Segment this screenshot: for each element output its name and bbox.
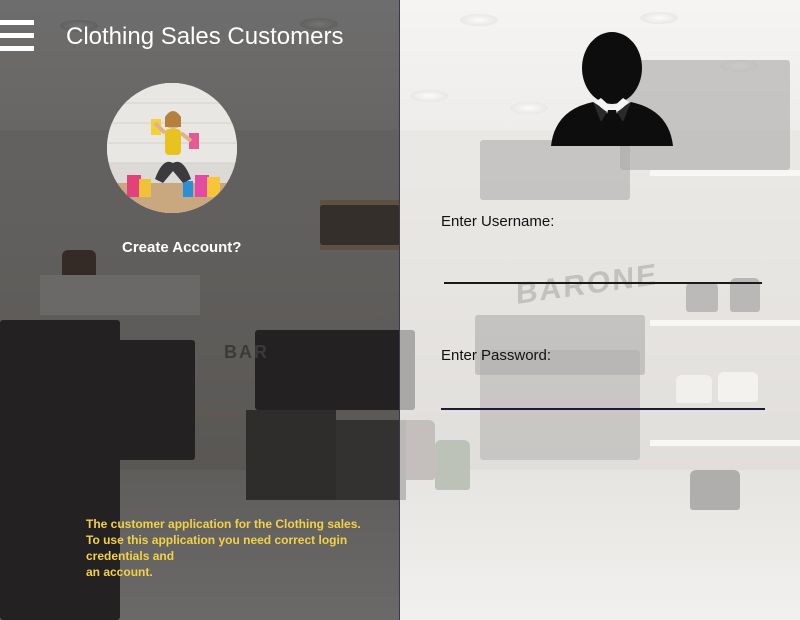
password-input[interactable] <box>441 372 765 410</box>
app-description: The customer application for the Clothin… <box>86 516 386 580</box>
description-line: The customer application for the Clothin… <box>86 517 361 531</box>
left-panel: Clothing Sales Customers Create Account?… <box>0 0 400 620</box>
description-line: To use this application you need correct… <box>86 533 348 547</box>
description-line: an account. <box>86 565 153 579</box>
username-label: Enter Username: <box>441 213 555 230</box>
app-title: Clothing Sales Customers <box>66 23 344 50</box>
shopping-woman-avatar <box>107 83 237 213</box>
create-account-link[interactable]: Create Account? <box>122 239 241 256</box>
hamburger-menu-icon[interactable] <box>0 20 34 54</box>
description-line: credentials and <box>86 549 175 563</box>
password-label: Enter Password: <box>441 347 552 364</box>
user-silhouette-icon <box>551 32 673 146</box>
username-input[interactable] <box>444 246 762 284</box>
